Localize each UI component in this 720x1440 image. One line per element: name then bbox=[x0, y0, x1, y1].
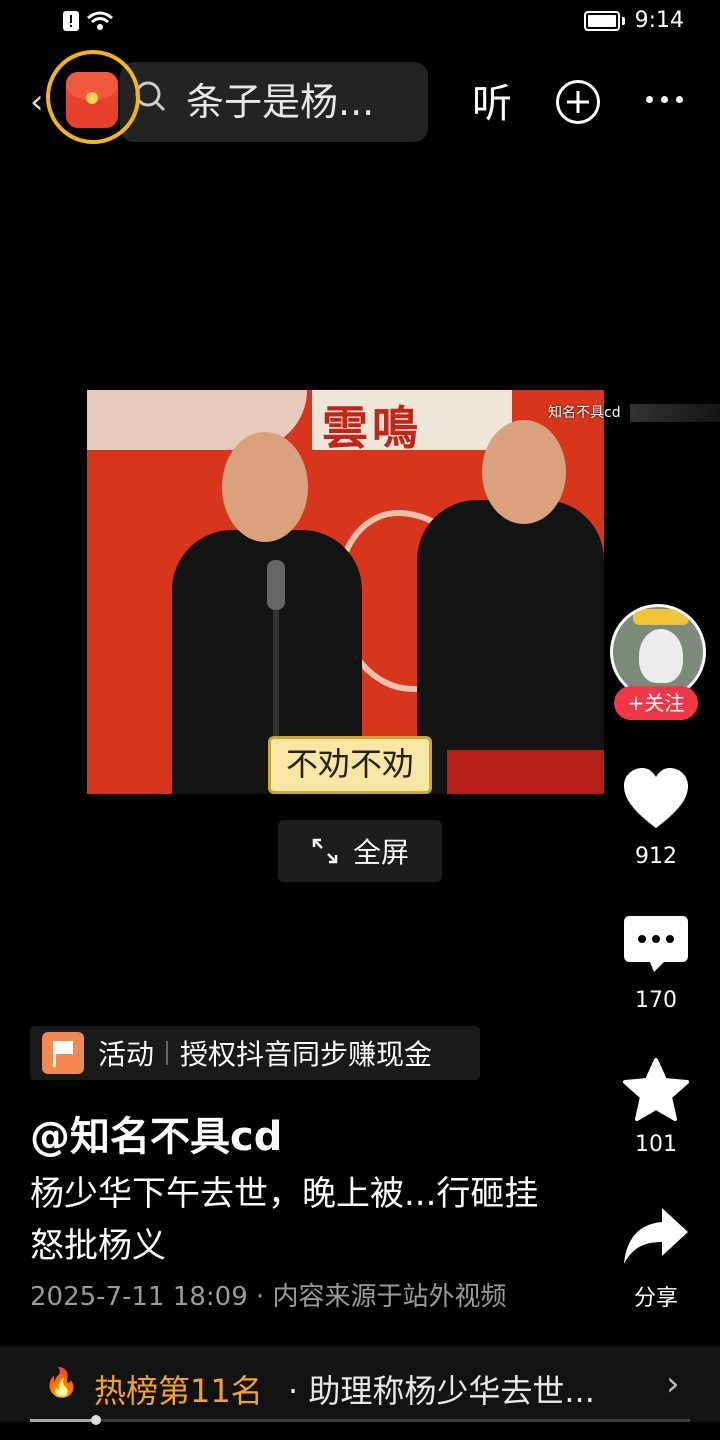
expand-icon bbox=[312, 838, 338, 864]
activity-banner[interactable]: 活动 授权抖音同步赚现金 bbox=[30, 1026, 480, 1080]
progress-fill bbox=[30, 1419, 96, 1422]
status-icons bbox=[62, 10, 114, 32]
fire-icon: 🔥 bbox=[44, 1366, 79, 1399]
video-watermark: 知名不具cd bbox=[548, 405, 621, 421]
plus-circle-icon[interactable] bbox=[556, 80, 600, 124]
red-packet-icon[interactable] bbox=[66, 72, 118, 128]
hot-rank: 热榜第11名 bbox=[94, 1372, 263, 1410]
clock: 9:14 bbox=[634, 8, 684, 33]
post-meta: 2025-7-11 18:09 · 内容来源于站外视频 bbox=[30, 1282, 507, 1312]
listen-button[interactable]: 听 bbox=[472, 78, 512, 130]
comment-icon[interactable] bbox=[622, 912, 690, 978]
activity-tag: 活动 bbox=[98, 1038, 155, 1071]
star-icon[interactable] bbox=[622, 1058, 690, 1124]
post-description[interactable]: 杨少华下午去世，晚上被...行砸挂怒批杨义 bbox=[30, 1168, 550, 1272]
video-player[interactable]: 雲鳴 bbox=[87, 390, 604, 794]
flag-icon bbox=[42, 1032, 84, 1074]
battery-icon bbox=[583, 10, 620, 31]
heart-icon[interactable] bbox=[622, 766, 690, 832]
wifi-icon bbox=[87, 11, 113, 30]
stage-banner: 雲鳴 bbox=[312, 390, 512, 455]
fullscreen-button[interactable]: 全屏 bbox=[278, 820, 442, 882]
more-dots-icon[interactable] bbox=[646, 96, 683, 103]
alert-sim-icon bbox=[63, 11, 79, 31]
like-count: 912 bbox=[635, 844, 677, 869]
search-query[interactable]: 条子是杨... bbox=[186, 76, 374, 128]
follow-button[interactable]: +关注 bbox=[614, 686, 698, 720]
share-icon[interactable] bbox=[622, 1204, 690, 1270]
share-label: 分享 bbox=[633, 1286, 678, 1311]
favorite-count: 101 bbox=[635, 1132, 677, 1157]
microphone bbox=[267, 560, 285, 610]
progress-handle[interactable] bbox=[91, 1415, 101, 1425]
author-name[interactable]: @知名不具cd bbox=[30, 1104, 282, 1162]
video-subtitle: 不劝不劝 bbox=[268, 736, 432, 794]
comment-count: 170 bbox=[635, 988, 677, 1013]
progress-track[interactable] bbox=[30, 1419, 690, 1422]
fullscreen-label: 全屏 bbox=[352, 836, 409, 869]
chevron-right-icon[interactable]: › bbox=[666, 1364, 680, 1404]
status-right: 9:14 bbox=[583, 8, 684, 33]
back-icon[interactable]: ‹ bbox=[30, 82, 44, 122]
activity-text: 授权抖音同步赚现金 bbox=[180, 1038, 433, 1071]
hot-headline: · 助理称杨少华去世... bbox=[288, 1372, 595, 1410]
